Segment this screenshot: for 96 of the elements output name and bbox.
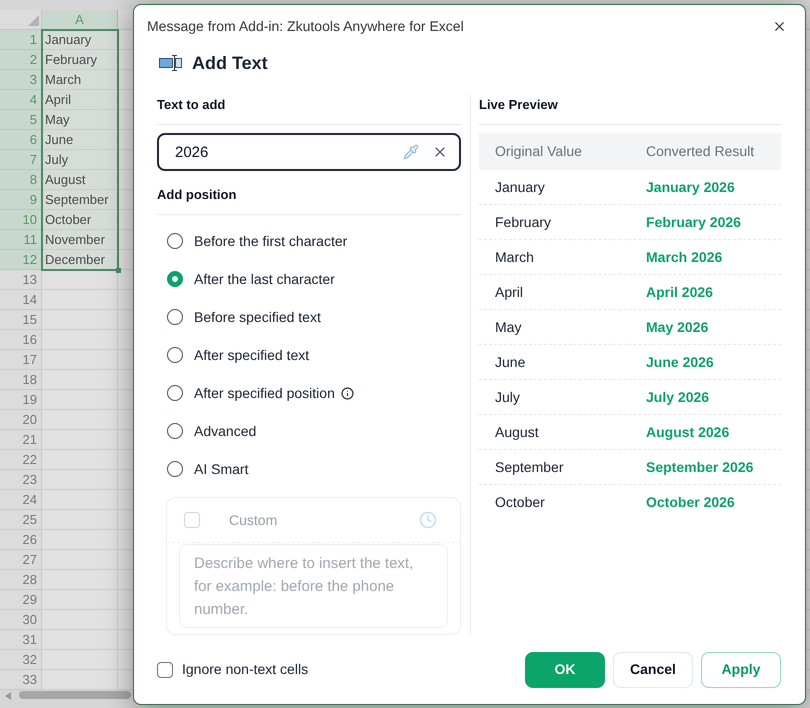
radio-button[interactable] xyxy=(167,233,183,249)
row-number: 27 xyxy=(0,550,42,570)
spreadsheet-cell: March xyxy=(42,70,118,90)
table-cell-text: February xyxy=(494,212,552,232)
radio-button[interactable] xyxy=(167,461,183,477)
table-cell-text: April xyxy=(494,282,524,302)
table-cell-text: September xyxy=(494,458,564,477)
radio-button[interactable] xyxy=(167,347,183,363)
spreadsheet-cell: April xyxy=(42,90,118,110)
row-number: 30 xyxy=(0,610,42,630)
row-number: 33 xyxy=(0,670,42,690)
row-number: 8 xyxy=(0,170,42,190)
table-cell-text: March xyxy=(494,248,535,266)
row-number: 12 xyxy=(0,250,42,270)
option-label[interactable]: After the last character xyxy=(194,268,335,290)
table-cell-text: April 2026 xyxy=(645,282,714,302)
row-number: 4 xyxy=(0,90,42,110)
checkbox[interactable] xyxy=(157,662,173,678)
row-number: 22 xyxy=(0,450,42,470)
row-number: 10 xyxy=(0,210,42,230)
row-number: 14 xyxy=(0,290,42,310)
row-number: 24 xyxy=(0,490,42,510)
column-header: A xyxy=(42,10,118,30)
row-number: 28 xyxy=(0,570,42,590)
row-number: 3 xyxy=(0,70,42,90)
section-label: Live Preview xyxy=(479,96,559,114)
info-icon[interactable] xyxy=(340,386,354,400)
section-label: Text to add xyxy=(157,96,226,114)
row-number: 6 xyxy=(0,130,42,150)
row-number: 32 xyxy=(0,650,42,670)
spreadsheet-cell: January xyxy=(42,30,118,50)
text-insert-icon xyxy=(159,55,182,71)
row-number: 18 xyxy=(0,370,42,390)
row-number: 23 xyxy=(0,470,42,490)
row-number: 5 xyxy=(0,110,42,130)
spreadsheet-cell: November xyxy=(42,230,118,250)
spreadsheet-cell: May xyxy=(42,110,118,130)
row-number: 2 xyxy=(0,50,42,70)
row-number: 19 xyxy=(0,390,42,410)
row-number: 15 xyxy=(0,310,42,330)
table-cell-text: January 2026 xyxy=(645,178,736,197)
radio-button[interactable] xyxy=(167,385,183,401)
option-label[interactable]: AI Smart xyxy=(194,458,248,480)
row-number: 7 xyxy=(0,150,42,170)
spreadsheet-cell: October xyxy=(42,210,118,230)
table-cell-text: August 2026 xyxy=(645,422,730,442)
radio-button[interactable] xyxy=(167,271,183,287)
option-label[interactable]: Before specified text xyxy=(194,306,321,328)
table-cell-text: January xyxy=(494,178,546,197)
dialog-button[interactable]: Apply xyxy=(701,652,781,688)
table-cell-text: June 2026 xyxy=(645,352,715,372)
spreadsheet-cell: August xyxy=(42,170,118,190)
dialog-heading: Add Text xyxy=(192,52,268,74)
row-number: 25 xyxy=(0,510,42,530)
fill-handle[interactable] xyxy=(116,268,121,273)
table-cell-text: February 2026 xyxy=(645,212,742,232)
dialog-title: Message from Add-in: Zkutools Anywhere for Excel xyxy=(147,16,464,36)
row-number: 1 xyxy=(0,30,42,50)
spreadsheet-cell: June xyxy=(42,130,118,150)
row-number: 31 xyxy=(0,630,42,650)
row-number: 26 xyxy=(0,530,42,550)
column-header: Converted Result xyxy=(645,142,756,161)
row-number: 9 xyxy=(0,190,42,210)
spreadsheet-cell: December xyxy=(42,250,118,270)
text-input-field[interactable]: 2026 xyxy=(157,133,461,171)
table-cell-text: October xyxy=(494,493,546,512)
row-number: 11 xyxy=(0,230,42,250)
table-cell-text: March 2026 xyxy=(645,248,724,266)
radio-button[interactable] xyxy=(167,309,183,325)
spreadsheet-cell: September xyxy=(42,190,118,210)
table-cell-text: July xyxy=(494,388,521,407)
table-cell-text: September 2026 xyxy=(645,458,754,477)
option-label[interactable]: Advanced xyxy=(194,420,256,442)
row-number: 17 xyxy=(0,350,42,370)
table-cell-text: June xyxy=(494,352,526,372)
table-cell-text: August xyxy=(494,422,540,442)
dialog-button[interactable]: Cancel xyxy=(613,652,693,688)
checkbox-label[interactable]: Ignore non-text cells xyxy=(182,659,308,680)
row-number: 20 xyxy=(0,410,42,430)
option-label[interactable]: Before the first character xyxy=(194,230,348,252)
row-number: 29 xyxy=(0,590,42,610)
table-cell-text: May xyxy=(494,318,522,337)
section-label: Add position xyxy=(157,186,238,204)
row-number: 16 xyxy=(0,330,42,350)
column-header: Original Value xyxy=(494,142,583,161)
scrollbar-thumb[interactable] xyxy=(19,691,131,699)
option-label[interactable]: After specified position xyxy=(194,382,335,404)
table-cell-text: May 2026 xyxy=(645,318,710,337)
table-cell-text: October 2026 xyxy=(645,493,736,512)
spreadsheet-cell: July xyxy=(42,150,118,170)
table-cell-text: July 2026 xyxy=(645,388,710,407)
spreadsheet-cell: February xyxy=(42,50,118,70)
row-number: 21 xyxy=(0,430,42,450)
radio-button[interactable] xyxy=(167,423,183,439)
row-number: 13 xyxy=(0,270,42,290)
option-label[interactable]: After specified text xyxy=(194,344,310,366)
